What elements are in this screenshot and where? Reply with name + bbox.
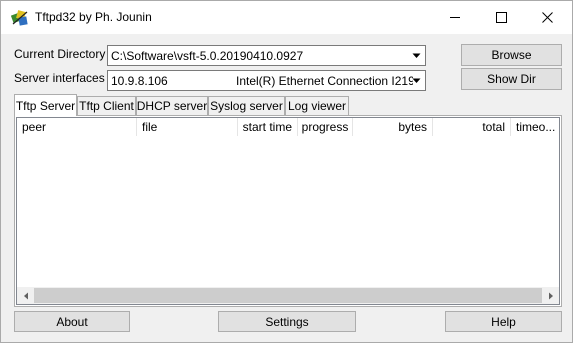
about-button[interactable]: About (14, 311, 130, 332)
scroll-left-icon[interactable] (17, 287, 34, 304)
chevron-down-icon[interactable] (408, 71, 425, 90)
column-file[interactable]: file (137, 118, 238, 136)
close-button[interactable] (524, 1, 570, 34)
app-window: Tftpd32 by Ph. Jounin Current Directory … (0, 0, 573, 343)
column-bytes[interactable]: bytes (353, 118, 433, 136)
tab-tftp-server[interactable]: Tftp Server (14, 94, 77, 116)
show-dir-button[interactable]: Show Dir (461, 68, 562, 90)
list-header: peer file start time progress bytes tota… (17, 118, 559, 136)
column-progress[interactable]: progress (298, 118, 353, 136)
scrollbar-thumb[interactable] (34, 288, 542, 303)
close-icon (541, 12, 553, 23)
tab-syslog-server[interactable]: Syslog server (208, 96, 285, 115)
maximize-icon (495, 12, 507, 23)
help-button[interactable]: Help (445, 311, 562, 332)
column-timeout[interactable]: timeo... (511, 118, 559, 136)
tab-dhcp-server[interactable]: DHCP server (136, 96, 208, 115)
server-interfaces-combo[interactable]: 10.9.8.106 Intel(R) Ethernet Connection … (107, 70, 426, 91)
transfers-list[interactable]: peer file start time progress bytes tota… (16, 117, 560, 305)
server-interface-ip: 10.9.8.106 (111, 74, 168, 88)
tab-panel: peer file start time progress bytes tota… (14, 115, 562, 307)
window-title: Tftpd32 by Ph. Jounin (35, 10, 152, 24)
chevron-down-icon[interactable] (408, 46, 425, 65)
scroll-right-icon[interactable] (542, 287, 559, 304)
minimize-button[interactable] (432, 1, 478, 34)
server-interface-name: Intel(R) Ethernet Connection I219-LM (236, 74, 413, 88)
current-directory-value: C:\Software\vsft-5.0.20190410.0927 (111, 49, 304, 63)
current-directory-combo[interactable]: C:\Software\vsft-5.0.20190410.0927 (107, 45, 426, 66)
column-peer[interactable]: peer (17, 118, 137, 136)
maximize-button[interactable] (478, 1, 524, 34)
tftpd32-app-icon (10, 9, 29, 27)
tab-log-viewer[interactable]: Log viewer (285, 96, 349, 115)
browse-button[interactable]: Browse (461, 44, 562, 66)
current-directory-label: Current Directory (14, 47, 106, 61)
server-interfaces-label: Server interfaces (14, 71, 105, 85)
column-total[interactable]: total (433, 118, 511, 136)
settings-button[interactable]: Settings (218, 311, 356, 332)
minimize-icon (449, 12, 461, 23)
tab-tftp-client[interactable]: Tftp Client (77, 96, 136, 115)
horizontal-scrollbar[interactable] (17, 287, 559, 304)
title-bar[interactable]: Tftpd32 by Ph. Jounin (1, 1, 572, 34)
column-start-time[interactable]: start time (238, 118, 298, 136)
